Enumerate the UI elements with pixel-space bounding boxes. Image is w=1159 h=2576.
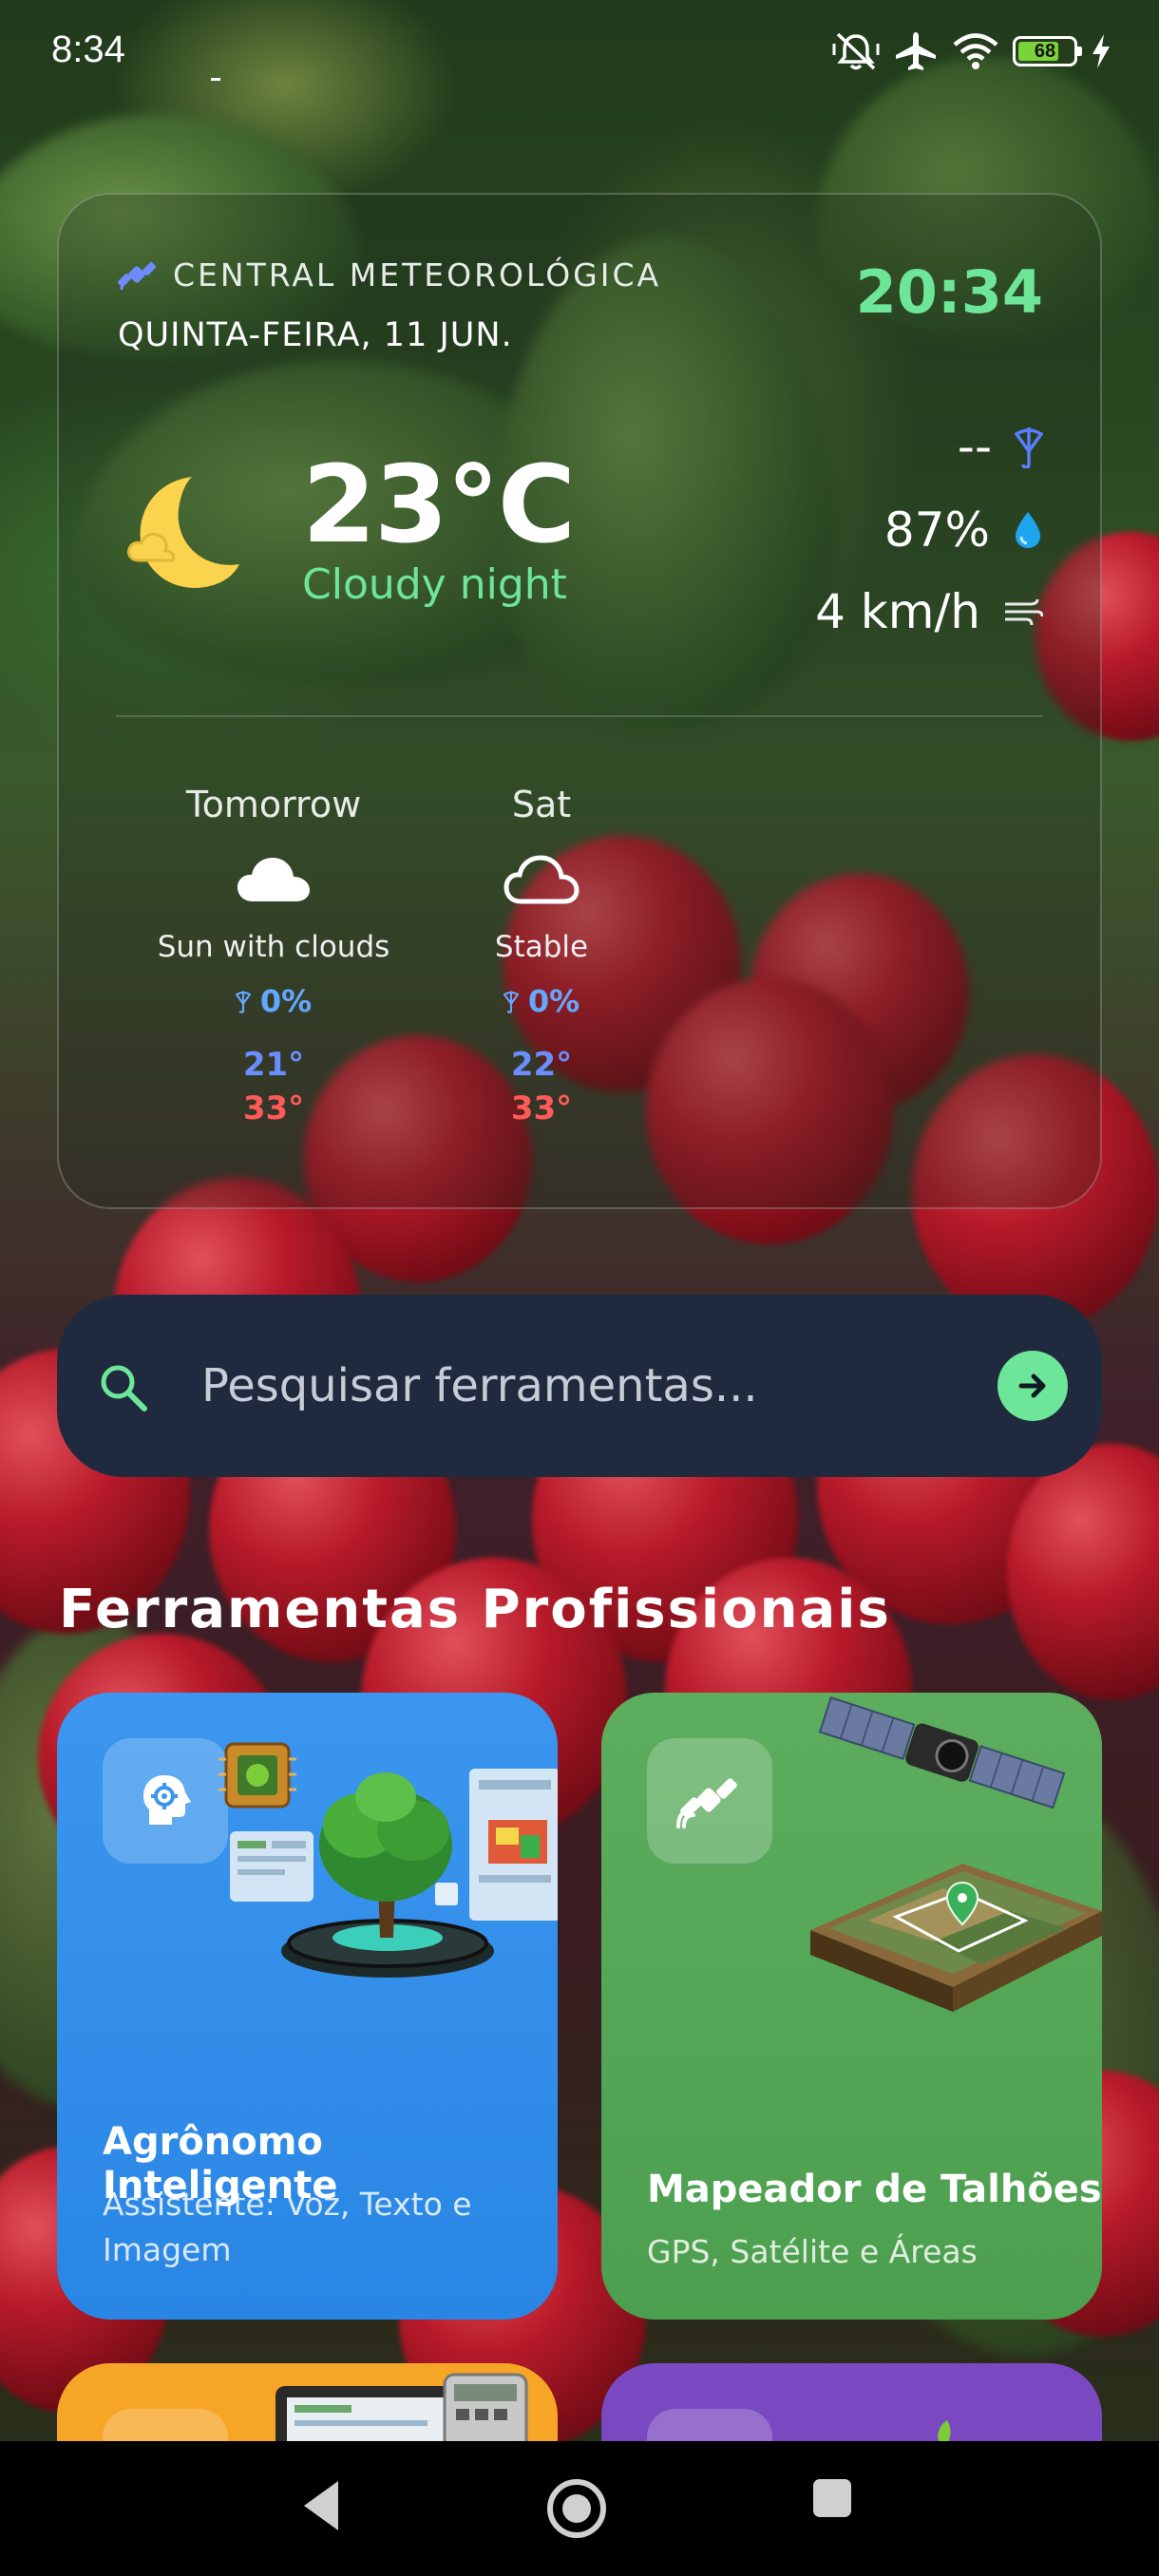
tool-subtitle: Assistente: Voz, Texto e Imagem xyxy=(103,2186,472,2268)
forecast-description: Sun with clouds xyxy=(157,930,390,964)
rain-metric: -- xyxy=(958,419,1043,474)
forecast-rain: 0% xyxy=(150,983,397,1019)
airplane-icon xyxy=(896,32,936,70)
section-title: Ferramentas Profissionais xyxy=(59,1579,891,1640)
wifi-icon xyxy=(953,33,998,69)
search-icon xyxy=(101,1365,147,1411)
wind-icon xyxy=(1005,598,1043,626)
weather-station-header: CENTRAL METEOROLÓGICA xyxy=(116,254,661,295)
cloudy-moon-icon xyxy=(127,477,239,588)
charging-icon xyxy=(1092,34,1110,68)
battery-level: 68 xyxy=(1034,40,1056,62)
satellite-icon xyxy=(676,1778,737,1828)
forecast-rain-value: 0% xyxy=(527,983,580,1019)
forecast-max-temp: 33° xyxy=(242,1089,305,1127)
tool-icon-box xyxy=(647,1738,772,1864)
tool-subtitle: GPS, Satélite e Áreas xyxy=(647,2233,978,2270)
mute-vibrate-icon xyxy=(832,32,880,70)
arrow-right-icon xyxy=(1018,1373,1046,1398)
tool-card-agronomo[interactable]: Agrônomo Inteligente Assistente: Voz, Te… xyxy=(57,1693,558,2320)
card-divider xyxy=(116,715,1043,717)
forecast-max-temp: 33° xyxy=(510,1089,573,1127)
battery-icon: 68 xyxy=(1013,36,1082,66)
rain-value: -- xyxy=(957,419,992,474)
back-button[interactable] xyxy=(296,2475,350,2536)
station-label: CENTRAL METEOROLÓGICA xyxy=(173,256,662,294)
search-bar[interactable] xyxy=(57,1295,1102,1477)
forecast-min-temp: 22° xyxy=(510,1046,573,1084)
status-clock: 8:34 xyxy=(51,28,125,70)
weather-time: 20:34 xyxy=(855,257,1043,327)
umbrella-icon xyxy=(235,991,251,1013)
recent-apps-button[interactable] xyxy=(809,2475,855,2521)
weather-date: QUINTA-FEIRA, 11 JUN. xyxy=(118,316,513,354)
tool-icon-box xyxy=(103,1738,228,1864)
forecast-day-label: Tomorrow xyxy=(185,784,362,825)
wind-metric: 4 km/h xyxy=(815,584,1043,639)
umbrella-icon xyxy=(1015,427,1043,468)
forecast-day-1: Tomorrow Sun with clouds 0% 21° 33° xyxy=(150,784,397,1127)
tool-card-mapeador[interactable]: Mapeador de Talhões GPS, Satélite e Área… xyxy=(601,1693,1102,2320)
water-drop-icon xyxy=(1016,512,1040,548)
cloud-filled-icon xyxy=(238,858,310,901)
weather-card[interactable]: CENTRAL METEOROLÓGICA QUINTA-FEIRA, 11 J… xyxy=(57,193,1102,1209)
smart-agronomy-illustration xyxy=(218,1742,558,1978)
navigation-bar xyxy=(0,2441,1159,2576)
forecast-min-temp: 21° xyxy=(242,1046,305,1084)
forecast-description: Stable xyxy=(494,930,589,964)
status-indicator xyxy=(211,78,220,81)
umbrella-icon xyxy=(503,991,519,1013)
search-submit-button[interactable] xyxy=(998,1351,1068,1421)
humidity-metric: 87% xyxy=(884,502,1043,558)
humidity-value: 87% xyxy=(884,502,990,558)
forecast-day-2: Sat Stable 0% 22° 33° xyxy=(418,784,665,1127)
wind-value: 4 km/h xyxy=(815,584,980,639)
brain-gear-icon xyxy=(143,1775,191,1825)
status-icons: 68 xyxy=(832,30,1112,72)
forecast-rain: 0% xyxy=(418,983,665,1019)
satellite-icon xyxy=(118,262,156,291)
home-button[interactable] xyxy=(543,2475,610,2542)
tool-title: Mapeador de Talhões xyxy=(647,2168,1102,2211)
cloud-outline-icon xyxy=(504,855,580,904)
current-temperature: 23°C xyxy=(302,444,576,567)
forecast-rain-value: 0% xyxy=(259,983,313,1019)
status-bar: 8:34 68 xyxy=(0,0,1159,104)
current-condition: Cloudy night xyxy=(302,560,567,609)
satellite-map-illustration xyxy=(810,1695,1102,2012)
forecast-day-label: Sat xyxy=(511,784,572,825)
search-input[interactable] xyxy=(201,1350,980,1422)
